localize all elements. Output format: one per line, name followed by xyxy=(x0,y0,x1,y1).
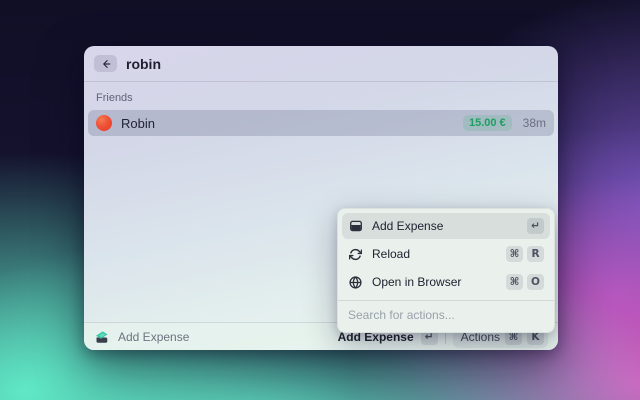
shortcut-keys: ⌘ R xyxy=(506,246,544,262)
return-key-badge: ↵ xyxy=(527,218,544,234)
reload-icon xyxy=(348,247,363,262)
app-logo-icon xyxy=(94,329,110,345)
avatar xyxy=(96,115,112,131)
wallet-icon xyxy=(348,219,363,234)
list-item-robin[interactable]: Robin 15.00 € 38m xyxy=(88,110,554,136)
shortcut-keys: ↵ xyxy=(527,218,544,234)
cmd-key-badge: ⌘ xyxy=(506,246,523,262)
friend-name: Robin xyxy=(121,116,454,131)
section-header-friends: Friends xyxy=(96,92,554,104)
back-button[interactable] xyxy=(94,55,117,72)
o-key-badge: O xyxy=(527,274,544,290)
desktop-background: robin Friends Robin 15.00 € 38m Add Expe… xyxy=(0,0,640,400)
time-label: 38m xyxy=(523,116,546,130)
search-query[interactable]: robin xyxy=(126,56,161,72)
globe-icon xyxy=(348,275,363,290)
menu-item-label: Open in Browser xyxy=(372,275,497,289)
command-title: Add Expense xyxy=(118,330,330,344)
r-key-badge: R xyxy=(527,246,544,262)
shortcut-keys: ⌘ O xyxy=(506,274,544,290)
cmd-key-badge: ⌘ xyxy=(506,274,523,290)
actions-popup: Add Expense ↵ Reload ⌘ R xyxy=(337,208,555,333)
menu-item-label: Reload xyxy=(372,247,497,261)
menu-item-label: Add Expense xyxy=(372,219,518,233)
amount-badge: 15.00 € xyxy=(463,115,512,131)
launcher-window: robin Friends Robin 15.00 € 38m Add Expe… xyxy=(84,46,558,350)
arrow-left-icon xyxy=(100,58,112,70)
menu-item-reload[interactable]: Reload ⌘ R xyxy=(342,241,550,267)
actions-search-input[interactable] xyxy=(342,301,550,328)
menu-item-add-expense[interactable]: Add Expense ↵ xyxy=(342,213,550,239)
search-bar: robin xyxy=(84,46,558,82)
menu-item-open-in-browser[interactable]: Open in Browser ⌘ O xyxy=(342,269,550,295)
